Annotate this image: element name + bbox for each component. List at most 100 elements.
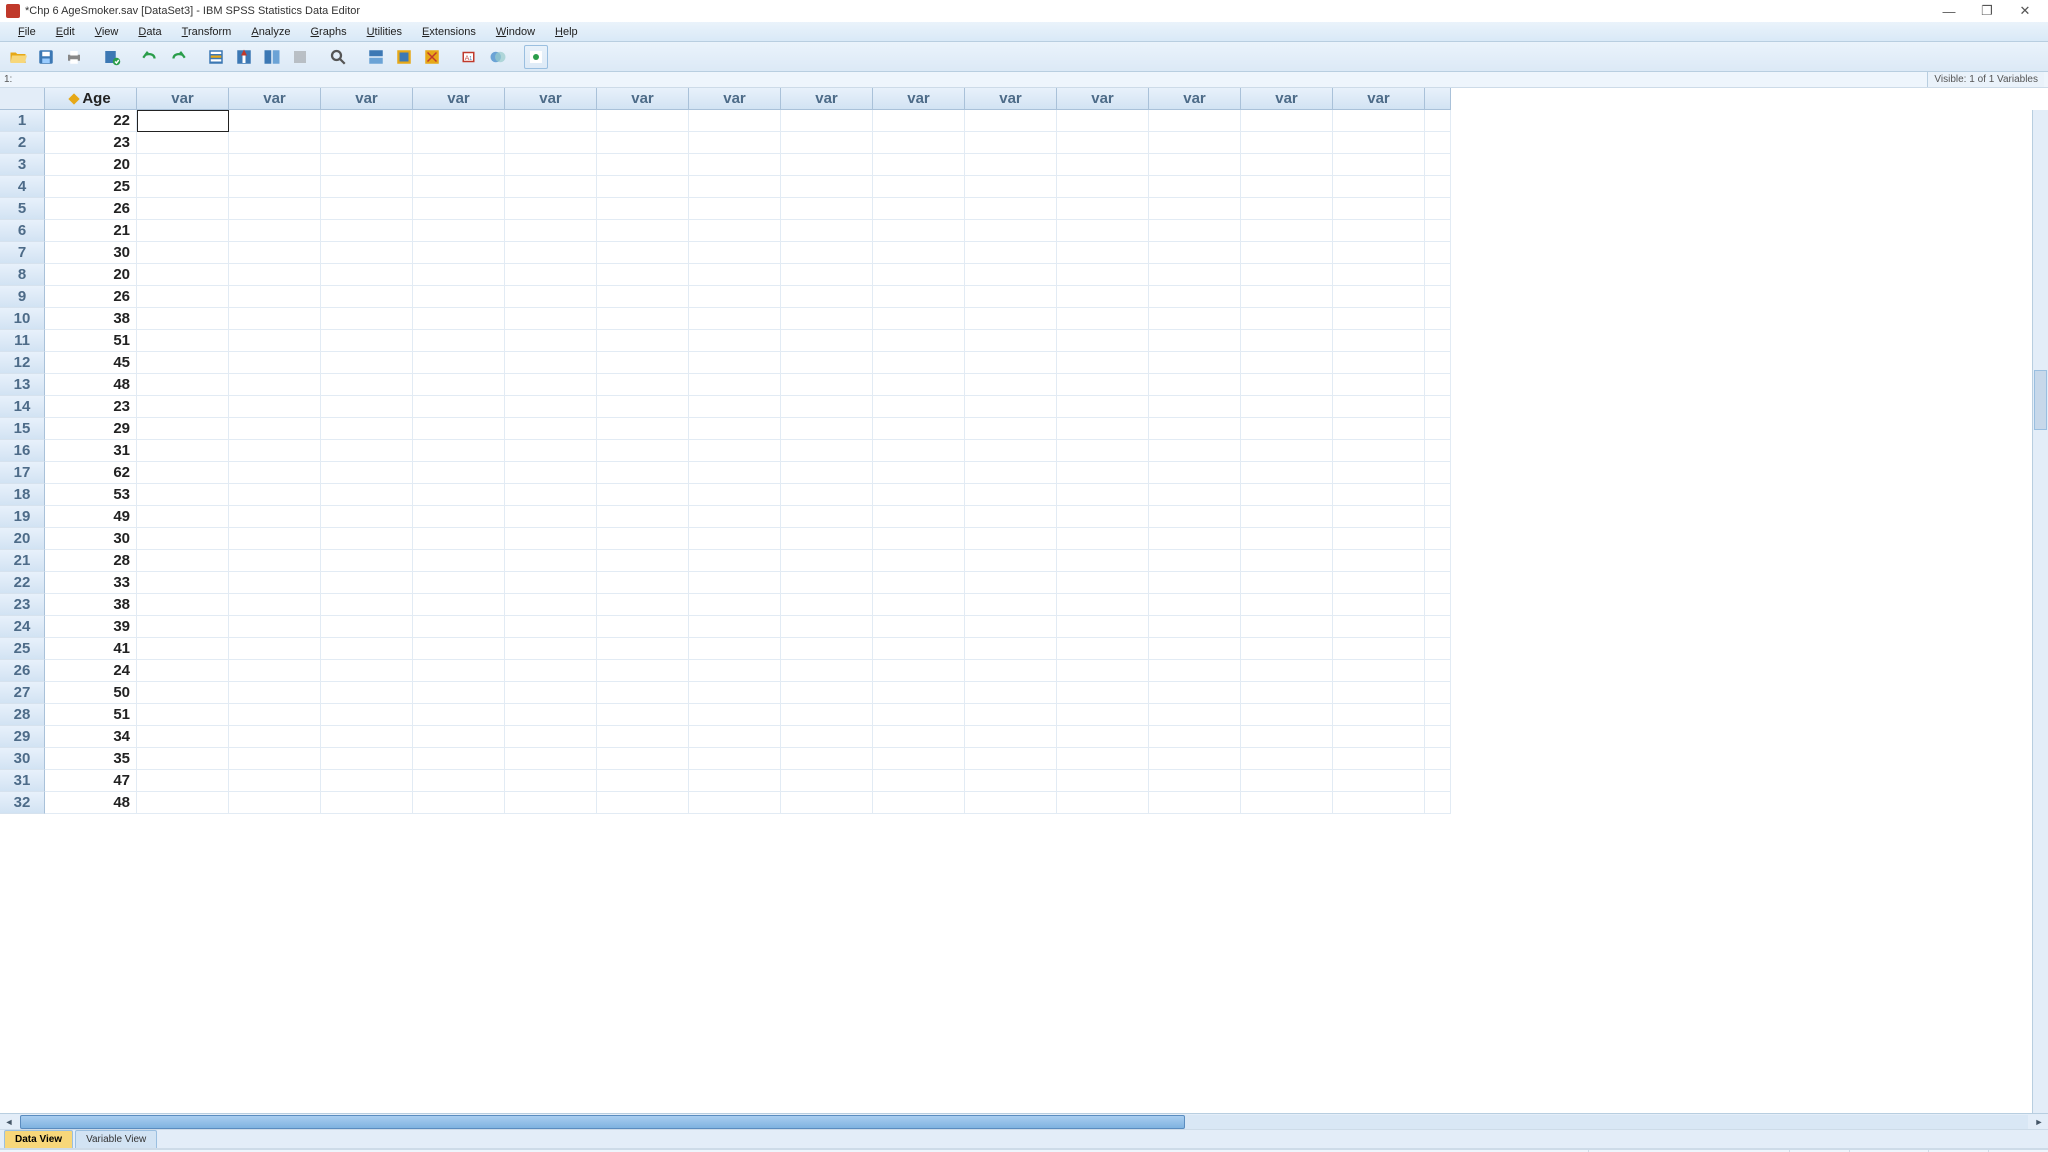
cell-empty[interactable] — [505, 682, 597, 704]
cell-age[interactable]: 24 — [45, 660, 137, 682]
cell-empty[interactable] — [1333, 352, 1425, 374]
cell-empty[interactable] — [229, 792, 321, 814]
cell-empty[interactable] — [229, 176, 321, 198]
cell-empty[interactable] — [505, 286, 597, 308]
row-header[interactable]: 17 — [0, 462, 45, 484]
cell-empty[interactable] — [689, 352, 781, 374]
cell-empty[interactable] — [965, 792, 1057, 814]
cell-empty[interactable] — [1333, 682, 1425, 704]
cell-empty[interactable] — [413, 198, 505, 220]
cell-empty[interactable] — [873, 352, 965, 374]
cell-empty[interactable] — [965, 418, 1057, 440]
cell-empty[interactable] — [321, 154, 413, 176]
cell-empty[interactable] — [965, 726, 1057, 748]
menu-view[interactable]: View — [85, 24, 129, 40]
cell-empty[interactable] — [597, 638, 689, 660]
cell-empty[interactable] — [413, 352, 505, 374]
cell-empty[interactable] — [1241, 264, 1333, 286]
cell-empty[interactable] — [505, 462, 597, 484]
cell-empty[interactable] — [873, 264, 965, 286]
maximize-button[interactable]: ❐ — [1980, 4, 1994, 18]
tab-variable-view[interactable]: Variable View — [75, 1130, 157, 1148]
cell-empty[interactable] — [1241, 374, 1333, 396]
cell-empty[interactable] — [1241, 682, 1333, 704]
cell-age[interactable]: 35 — [45, 748, 137, 770]
cell-empty[interactable] — [229, 110, 321, 132]
cell-empty[interactable] — [413, 330, 505, 352]
vertical-scrollbar[interactable] — [2032, 110, 2048, 1113]
cell-empty[interactable] — [1149, 462, 1241, 484]
cell-empty[interactable] — [321, 132, 413, 154]
cell-empty[interactable] — [1241, 110, 1333, 132]
cell-empty[interactable] — [1057, 506, 1149, 528]
cell-empty[interactable] — [873, 308, 965, 330]
cell-age[interactable]: 23 — [45, 132, 137, 154]
cell-empty[interactable] — [1057, 748, 1149, 770]
cell-empty[interactable] — [689, 704, 781, 726]
cell-empty[interactable] — [781, 330, 873, 352]
cell-empty[interactable] — [413, 308, 505, 330]
cell-empty[interactable] — [781, 198, 873, 220]
cell-empty[interactable] — [1149, 616, 1241, 638]
cell-empty[interactable] — [873, 220, 965, 242]
cell-empty[interactable] — [965, 572, 1057, 594]
cell-empty[interactable] — [229, 374, 321, 396]
cell-age[interactable]: 26 — [45, 198, 137, 220]
cell-empty[interactable] — [965, 550, 1057, 572]
cell-empty[interactable] — [229, 572, 321, 594]
cell-empty[interactable] — [781, 286, 873, 308]
cell-empty[interactable] — [1057, 462, 1149, 484]
cell-empty[interactable] — [413, 660, 505, 682]
cell-empty[interactable] — [597, 770, 689, 792]
cell-empty[interactable] — [597, 374, 689, 396]
cell-empty[interactable] — [1241, 572, 1333, 594]
cell-empty[interactable] — [597, 440, 689, 462]
cell-empty[interactable] — [873, 286, 965, 308]
menu-help[interactable]: Help — [545, 24, 588, 40]
cell-empty[interactable] — [689, 748, 781, 770]
cell-empty[interactable] — [597, 264, 689, 286]
cell-empty[interactable] — [965, 506, 1057, 528]
data-grid[interactable]: Agevarvarvarvarvarvarvarvarvarvarvarvarv… — [0, 88, 2048, 814]
cell-empty[interactable] — [1333, 726, 1425, 748]
cell-empty[interactable] — [1241, 440, 1333, 462]
cell-empty[interactable] — [137, 550, 229, 572]
cell-empty[interactable] — [781, 396, 873, 418]
cell-empty[interactable] — [413, 242, 505, 264]
cell-empty[interactable] — [597, 462, 689, 484]
cell-empty[interactable] — [1057, 374, 1149, 396]
cell-empty[interactable] — [321, 748, 413, 770]
cell-empty[interactable] — [413, 484, 505, 506]
cell-empty[interactable] — [781, 594, 873, 616]
cell-age[interactable]: 48 — [45, 792, 137, 814]
cell-empty[interactable] — [137, 132, 229, 154]
cell-empty[interactable] — [781, 352, 873, 374]
cell-empty[interactable] — [321, 440, 413, 462]
cell-empty[interactable] — [137, 154, 229, 176]
cell-age[interactable]: 49 — [45, 506, 137, 528]
cell-empty[interactable] — [1057, 330, 1149, 352]
column-header-var[interactable]: var — [781, 88, 873, 110]
cell-empty[interactable] — [781, 770, 873, 792]
cell-empty[interactable] — [597, 682, 689, 704]
cell-empty[interactable] — [873, 660, 965, 682]
cell-empty[interactable] — [413, 704, 505, 726]
cell-empty[interactable] — [689, 682, 781, 704]
cell-empty[interactable] — [965, 308, 1057, 330]
cell-empty[interactable] — [505, 220, 597, 242]
cell-empty[interactable] — [781, 110, 873, 132]
menu-file[interactable]: File — [8, 24, 46, 40]
cell-empty[interactable] — [137, 176, 229, 198]
cell-empty[interactable] — [229, 704, 321, 726]
cell-reference[interactable]: 1: — [4, 74, 64, 85]
cell-empty[interactable] — [597, 242, 689, 264]
cell-empty[interactable] — [229, 616, 321, 638]
cell-empty[interactable] — [965, 198, 1057, 220]
cell-empty[interactable] — [1057, 308, 1149, 330]
cell-empty[interactable] — [413, 528, 505, 550]
cell-empty[interactable] — [137, 660, 229, 682]
cell-empty[interactable] — [229, 440, 321, 462]
cell-empty[interactable] — [1241, 462, 1333, 484]
cell-empty[interactable] — [1241, 506, 1333, 528]
cell-empty[interactable] — [505, 418, 597, 440]
